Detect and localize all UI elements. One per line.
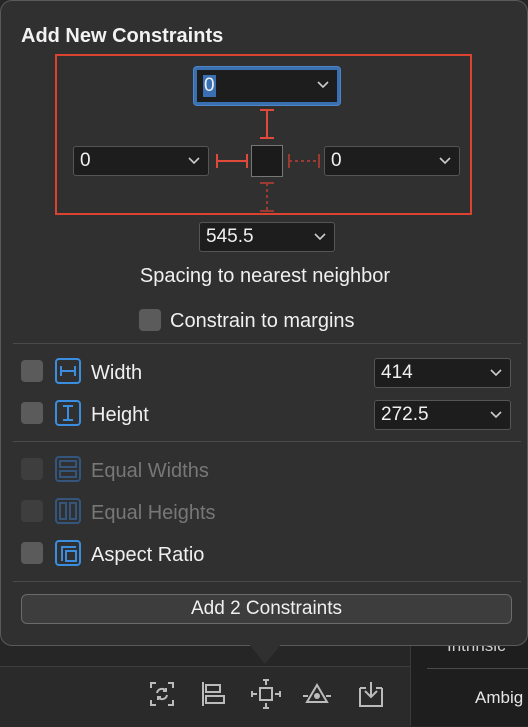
right-constraint-icon[interactable] [287, 151, 321, 171]
divider [427, 668, 528, 669]
equal-heights-checkbox[interactable] [21, 500, 43, 522]
height-label: Height [91, 404, 149, 426]
height-icon [55, 400, 81, 426]
bottom-spacing-field[interactable]: 545.5 [199, 222, 335, 252]
height-value: 272.5 [381, 404, 429, 425]
bottom-constraint-icon[interactable] [257, 181, 277, 213]
height-checkbox[interactable] [21, 402, 43, 424]
align-icon[interactable] [197, 678, 229, 710]
popover-arrow [247, 642, 283, 664]
width-label: Width [91, 362, 143, 384]
chevron-down-icon [314, 233, 326, 241]
embed-in-icon[interactable] [355, 678, 387, 710]
equal-heights-label: Equal Heights [91, 502, 216, 524]
width-icon [55, 358, 81, 384]
right-spacing-field[interactable]: 0 [324, 146, 460, 176]
chevron-down-icon [490, 369, 502, 377]
left-spacing-field[interactable]: 0 [73, 146, 209, 176]
resolve-issues-icon[interactable] [301, 678, 333, 710]
add-constraints-icon[interactable] [250, 678, 282, 710]
width-checkbox[interactable] [21, 360, 43, 382]
equal-widths-label: Equal Widths [91, 460, 209, 482]
add-constraints-button[interactable]: Add 2 Constraints [21, 594, 512, 624]
top-constraint-icon[interactable] [257, 108, 277, 140]
width-field[interactable]: 414 [374, 358, 511, 388]
top-spacing-value: 0 [203, 75, 216, 97]
divider [13, 581, 521, 582]
add-new-constraints-popover: Add New Constraints 0 0 0 545.5 Spacing … [0, 0, 528, 646]
popover-title: Add New Constraints [21, 25, 224, 47]
divider [13, 343, 521, 344]
view-placeholder-box [251, 145, 283, 177]
aspect-ratio-icon [55, 540, 81, 566]
aspect-ratio-checkbox[interactable] [21, 542, 43, 564]
constrain-to-margins-label: Constrain to margins [170, 310, 355, 332]
aspect-ratio-label: Aspect Ratio [91, 544, 205, 566]
chevron-down-icon [317, 81, 329, 89]
chevron-down-icon [439, 157, 451, 165]
top-spacing-field[interactable]: 0 [194, 67, 340, 105]
left-constraint-icon[interactable] [215, 151, 249, 171]
equal-widths-icon [55, 456, 81, 482]
equal-heights-icon [55, 498, 81, 524]
chevron-down-icon [490, 411, 502, 419]
width-value: 414 [381, 362, 413, 383]
ambiguity-text: Ambig [475, 688, 524, 707]
left-spacing-value: 0 [80, 150, 91, 171]
equal-widths-checkbox[interactable] [21, 458, 43, 480]
spacing-label: Spacing to nearest neighbor [139, 265, 391, 287]
update-frames-icon[interactable] [146, 678, 178, 710]
bottom-spacing-value: 545.5 [206, 226, 254, 247]
chevron-down-icon [188, 157, 200, 165]
height-field[interactable]: 272.5 [374, 400, 511, 430]
constrain-to-margins-checkbox[interactable] [139, 309, 161, 331]
right-spacing-value: 0 [331, 150, 342, 171]
divider [13, 441, 521, 442]
